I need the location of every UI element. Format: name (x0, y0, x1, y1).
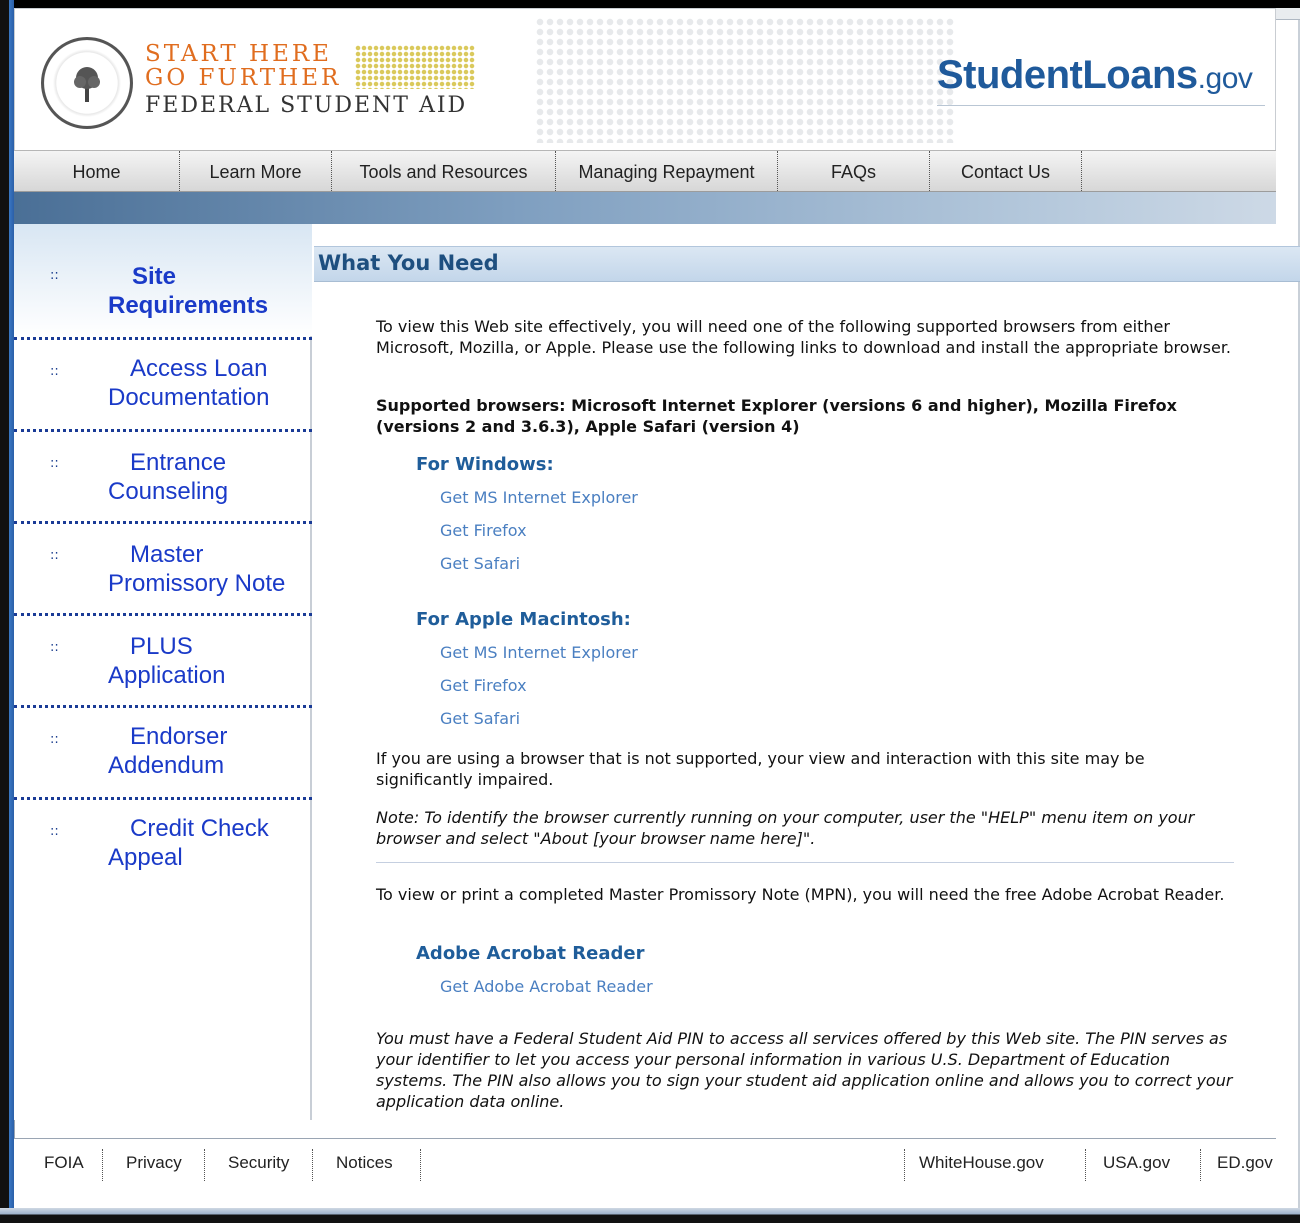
sidebar-bullet-icon: :: (50, 548, 59, 563)
studentloans-brand[interactable]: StudentLoans.gov (937, 53, 1253, 98)
mac-safari-link[interactable]: Get Safari (440, 709, 520, 728)
footer-separator (312, 1149, 313, 1181)
footer-separator (904, 1149, 905, 1181)
sidebar-item-label: Endorser Addendum (108, 723, 228, 779)
sidebar-item-plus-application[interactable]: :: PLUS Application (14, 616, 312, 706)
main-content: What You Need To view this Web site effe… (314, 224, 1300, 1120)
sidebar-item-endorser-addendum[interactable]: :: Endorser Addendum (14, 708, 312, 798)
nav-home[interactable]: Home (14, 151, 180, 193)
logo-go-further: GO FURTHER (145, 65, 342, 91)
sidebar-item-label: Access Loan Documentation (108, 355, 270, 411)
windows-firefox-link[interactable]: Get Firefox (440, 521, 527, 540)
windows-heading: For Windows: (416, 454, 554, 475)
footer-link-security[interactable]: Security (228, 1153, 289, 1173)
intro-text: To view this Web site effectively, you w… (376, 317, 1232, 357)
sidebar-item-label: Site Requirements (108, 263, 269, 319)
logo-federal-student-aid: FEDERAL STUDENT AID (145, 93, 468, 118)
sidebar-bullet-icon: :: (50, 732, 59, 747)
footer-link-usa-gov[interactable]: USA.gov (1103, 1153, 1170, 1173)
sidebar-item-site-requirements[interactable]: :: Site Requirements (14, 224, 312, 336)
brand-underline (937, 105, 1265, 106)
window-frame-bottom (0, 1208, 1300, 1223)
window-frame-left (0, 0, 14, 1223)
department-seal-icon (41, 37, 133, 129)
adobe-heading: Adobe Acrobat Reader (416, 943, 645, 964)
sidebar-bullet-icon: :: (50, 640, 59, 655)
pin-info-text: You must have a Federal Student Aid PIN … (376, 1029, 1233, 1111)
section-divider (376, 862, 1234, 863)
sidebar: :: Site Requirements :: Access Loan Docu… (14, 224, 312, 1120)
footer-bottom-strip (14, 1186, 1276, 1208)
mac-ie-link[interactable]: Get MS Internet Explorer (440, 643, 638, 662)
seal-tree-icon (74, 67, 100, 102)
footer-link-whitehouse[interactable]: WhiteHouse.gov (919, 1153, 1044, 1173)
mac-firefox-link[interactable]: Get Firefox (440, 676, 527, 695)
sidebar-item-label: Credit Check Appeal (108, 815, 269, 871)
footer-separator (420, 1149, 421, 1181)
mac-heading: For Apple Macintosh: (416, 609, 631, 630)
sidebar-bullet-icon: :: (50, 364, 59, 379)
footer-link-privacy[interactable]: Privacy (126, 1153, 182, 1173)
site-footer: FOIA Privacy Security Notices WhiteHouse… (14, 1138, 1276, 1186)
sidebar-item-label: Entrance Counseling (108, 449, 229, 505)
footer-link-foia[interactable]: FOIA (44, 1153, 84, 1173)
supported-browsers-text: Supported browsers: Microsoft Internet E… (376, 396, 1177, 436)
sidebar-bullet-icon: :: (50, 824, 59, 839)
logo-start-here: START HERE (145, 41, 332, 67)
sidebar-item-label: PLUS Application (108, 633, 226, 689)
nav-faqs[interactable]: FAQs (778, 151, 930, 193)
footer-link-ed-gov[interactable]: ED.gov (1217, 1153, 1273, 1173)
nav-contact-us[interactable]: Contact Us (930, 151, 1082, 193)
sidebar-item-master-promissory-note[interactable]: :: Master Promissory Note (14, 524, 312, 614)
brand-gov-text: .gov (1197, 62, 1253, 95)
footer-link-notices[interactable]: Notices (336, 1153, 393, 1173)
logo-dot-pattern (355, 45, 475, 89)
header-dot-pattern (535, 17, 955, 143)
mpn-text: To view or print a completed Master Prom… (376, 885, 1225, 904)
sidebar-item-entrance-counseling[interactable]: :: Entrance Counseling (14, 432, 312, 522)
nav-tools-and-resources[interactable]: Tools and Resources (332, 151, 556, 193)
sidebar-item-credit-check-appeal[interactable]: :: Credit Check Appeal (14, 800, 312, 890)
sidebar-bullet-icon: :: (50, 268, 59, 283)
nav-managing-repayment[interactable]: Managing Repayment (556, 151, 778, 193)
footer-separator (102, 1149, 103, 1181)
sidebar-item-access-loan-documentation[interactable]: :: Access Loan Documentation (14, 340, 312, 430)
sidebar-bullet-icon: :: (50, 456, 59, 471)
nav-decorative-band (14, 192, 1276, 224)
main-nav: Home Learn More Tools and Resources Mana… (14, 150, 1276, 193)
footer-separator (1085, 1149, 1086, 1181)
brand-main-text: StudentLoans (937, 53, 1198, 97)
nav-learn-more[interactable]: Learn More (180, 151, 332, 193)
footer-separator (1200, 1149, 1201, 1181)
windows-safari-link[interactable]: Get Safari (440, 554, 520, 573)
site-header: START HERE GO FURTHER FEDERAL STUDENT AI… (14, 8, 1276, 150)
main-title-bar: What You Need (314, 246, 1300, 282)
sidebar-item-label: Master Promissory Note (108, 541, 286, 597)
unsupported-browser-text: If you are using a browser that is not s… (376, 749, 1145, 789)
windows-ie-link[interactable]: Get MS Internet Explorer (440, 488, 638, 507)
adobe-reader-link[interactable]: Get Adobe Acrobat Reader (440, 977, 653, 996)
footer-separator (204, 1149, 205, 1181)
page-title: What You Need (318, 251, 499, 275)
browser-note-text: Note: To identify the browser currently … (376, 808, 1195, 848)
